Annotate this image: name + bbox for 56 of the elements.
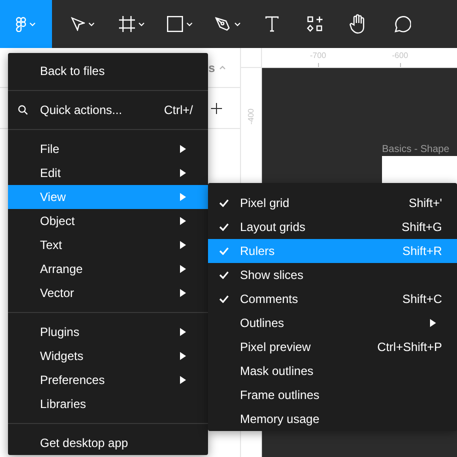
- rectangle-icon: [167, 16, 183, 32]
- submenu-arrow-icon: [180, 169, 186, 177]
- panel-heading: s: [208, 60, 215, 74]
- shortcut-label: Shift+G: [402, 220, 442, 234]
- menu-item[interactable]: Widgets: [8, 344, 208, 368]
- menu-item[interactable]: Preferences: [8, 368, 208, 392]
- menu-item[interactable]: Quick actions... Ctrl+/: [8, 98, 208, 122]
- ruler-label: -400: [246, 108, 256, 124]
- menu-item[interactable]: Pixel grid Shift+': [208, 191, 457, 215]
- shortcut-label: Shift+C: [402, 292, 442, 306]
- menu-item[interactable]: Text: [8, 233, 208, 257]
- frame-label: Basics - Shape: [382, 144, 450, 155]
- submenu-arrow-icon: [180, 193, 186, 201]
- menu-item[interactable]: Get desktop app: [8, 431, 208, 455]
- shortcut-label: Ctrl+/: [164, 103, 193, 117]
- text-tool-icon: [265, 16, 279, 32]
- shapes-grid-icon: [307, 16, 323, 32]
- submenu-arrow-icon: [180, 328, 186, 336]
- menu-item[interactable]: Arrange: [8, 257, 208, 281]
- menu-item[interactable]: Plugins: [8, 320, 208, 344]
- menu-item[interactable]: Frame outlines: [208, 383, 457, 407]
- submenu-arrow-icon: [180, 217, 186, 225]
- submenu-arrow-icon: [180, 145, 186, 153]
- shortcut-label: Shift+': [408, 196, 442, 210]
- menu-item[interactable]: Pixel preview Ctrl+Shift+P: [208, 335, 457, 359]
- ruler-label: -600: [392, 51, 408, 61]
- ruler-label: -700: [310, 51, 326, 61]
- pen-icon: [215, 16, 231, 32]
- menu-item[interactable]: Vector: [8, 281, 208, 305]
- menu-item[interactable]: Comments Shift+C: [208, 287, 457, 311]
- menu-item[interactable]: Show slices: [208, 263, 457, 287]
- submenu-arrow-icon: [180, 265, 186, 273]
- search-icon: [18, 105, 28, 115]
- menu-item[interactable]: Libraries: [8, 392, 208, 416]
- comment-icon: [393, 15, 411, 33]
- menu-item[interactable]: Object: [8, 209, 208, 233]
- figma-logo-icon: [16, 16, 26, 32]
- menu-item[interactable]: Memory usage: [208, 407, 457, 431]
- submenu-arrow-icon: [180, 241, 186, 249]
- shortcut-label: Ctrl+Shift+P: [377, 340, 442, 354]
- cursor-icon: [71, 17, 85, 31]
- submenu-arrow-icon: [180, 352, 186, 360]
- menu-item[interactable]: Back to files: [8, 59, 208, 83]
- menu-item[interactable]: Layout grids Shift+G: [208, 215, 457, 239]
- menu-item[interactable]: File: [8, 137, 208, 161]
- plus-icon[interactable]: [211, 102, 222, 114]
- menu-item[interactable]: Outlines: [208, 311, 457, 335]
- chevron-up-icon: [219, 65, 226, 70]
- submenu-arrow-icon: [430, 319, 436, 327]
- menu-item[interactable]: Mask outlines: [208, 359, 457, 383]
- submenu-arrow-icon: [180, 376, 186, 384]
- hand-icon: [349, 14, 367, 34]
- shortcut-label: Shift+R: [402, 244, 442, 258]
- menu-item[interactable]: Edit: [8, 161, 208, 185]
- submenu-arrow-icon: [180, 289, 186, 297]
- frame-icon: [119, 16, 135, 32]
